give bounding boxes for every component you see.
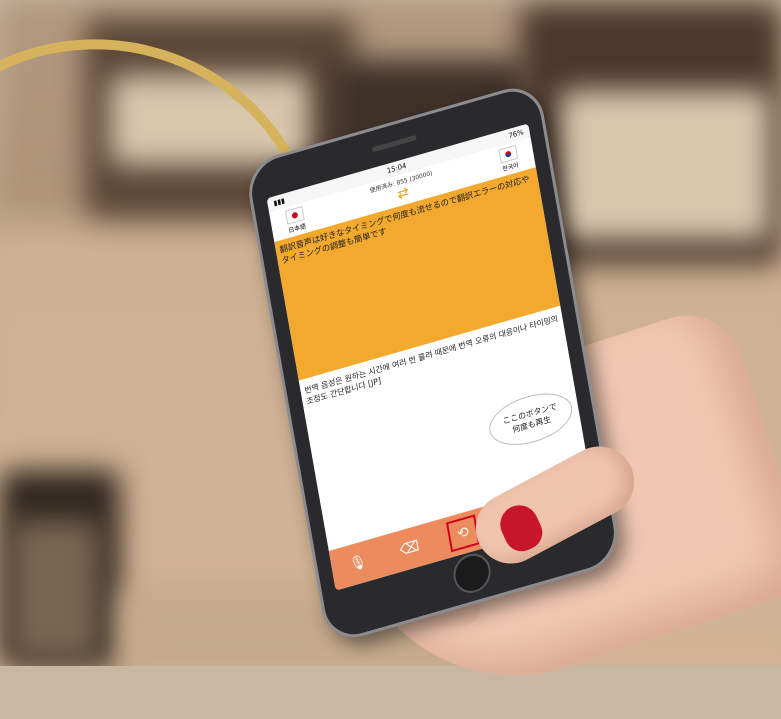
mic-icon[interactable]: 🎙 [343,547,373,580]
eraser-icon[interactable]: ⌫ [395,532,425,565]
target-language-button[interactable]: 한국어 [491,143,528,176]
chair-cushion [10,520,100,660]
chair-cushion [560,90,770,240]
callout-bubble: ここのボタンで 何度も再生 [485,384,577,454]
home-button[interactable] [450,549,494,598]
earpiece [371,134,417,153]
swap-languages-icon[interactable]: ⇄ [396,184,410,203]
source-language-button[interactable]: 日本語 [277,204,314,237]
battery-level: 76% [507,128,525,141]
signal-icon: ▮▮▮ [272,196,286,208]
